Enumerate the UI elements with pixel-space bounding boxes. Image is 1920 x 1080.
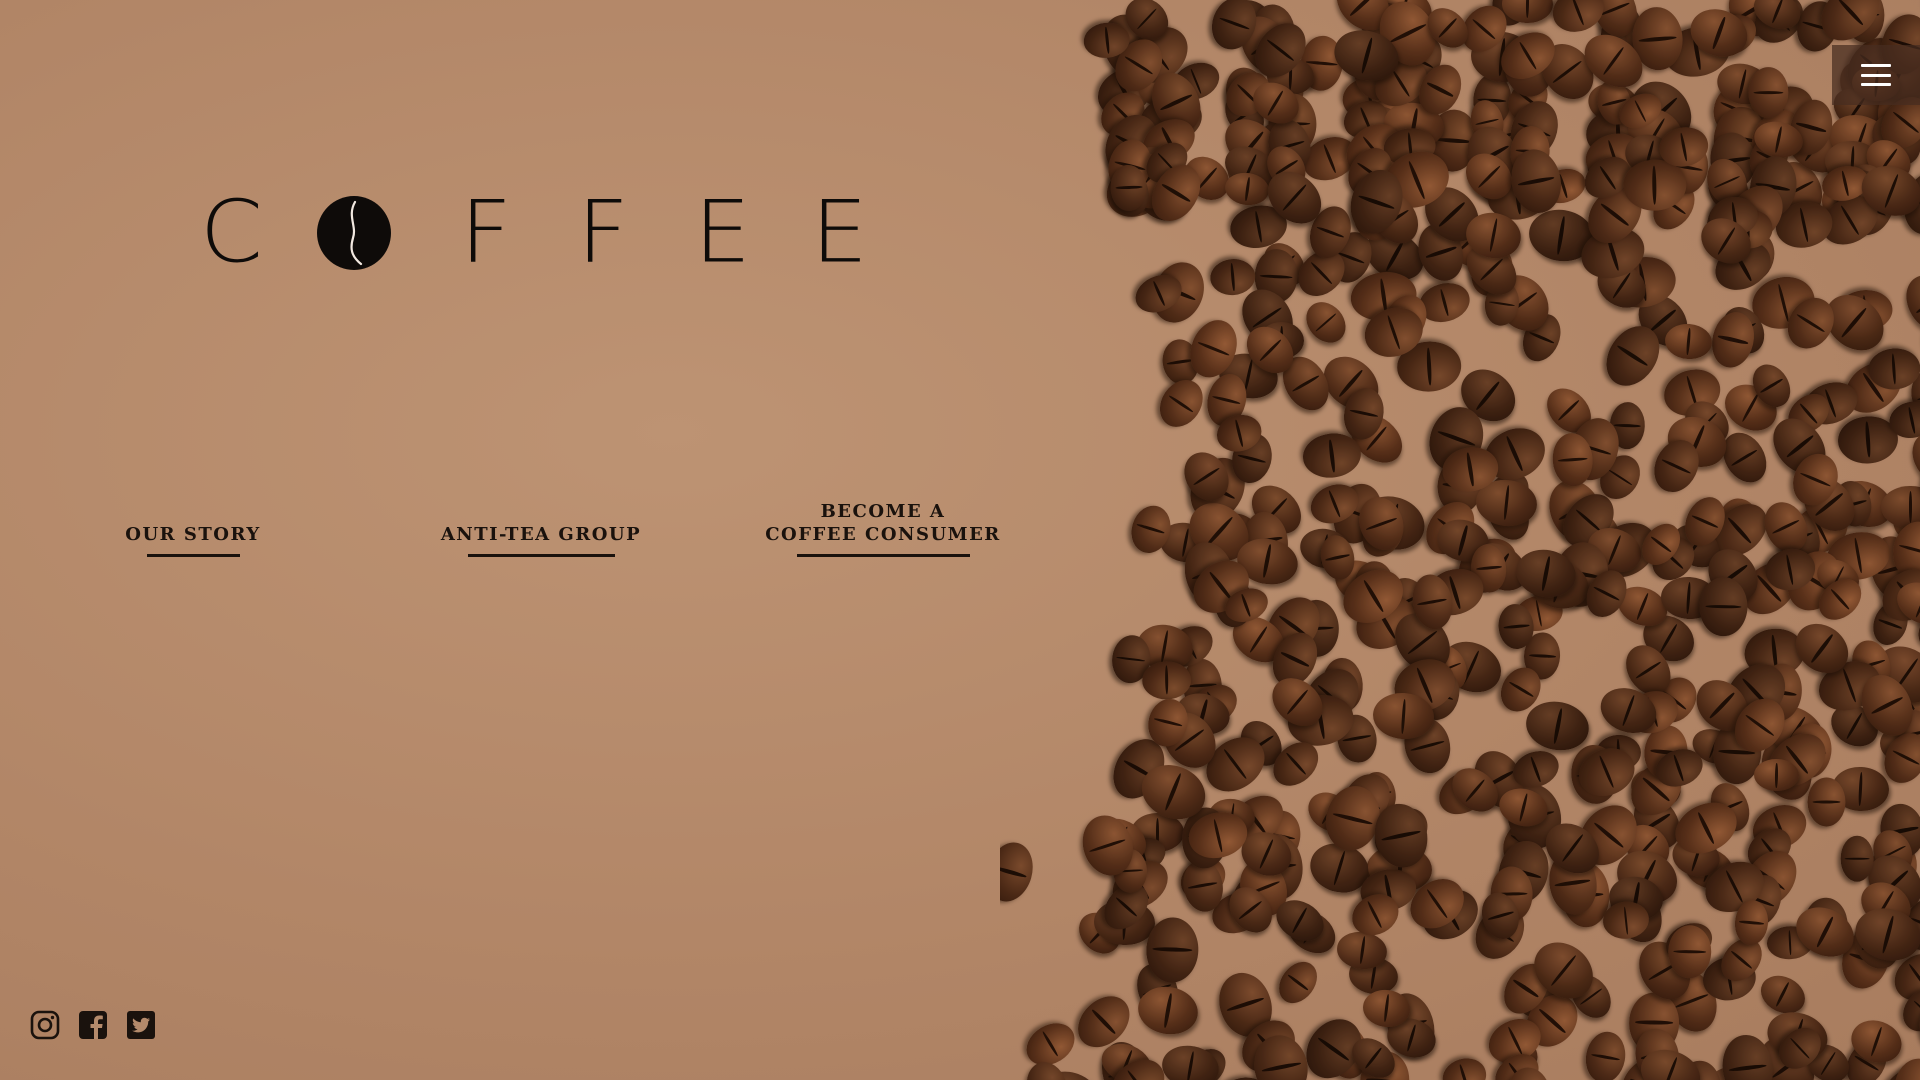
- social-links: [30, 1010, 156, 1040]
- coffee-bean: [1839, 835, 1874, 882]
- logo-letter-c: C: [200, 182, 263, 282]
- twitter-icon[interactable]: [126, 1010, 156, 1040]
- coffee-beans-image: [1000, 0, 1920, 1080]
- coffee-bean: [1271, 954, 1325, 1010]
- coffee-bean: [1667, 924, 1712, 979]
- coffee-bean: [1151, 372, 1212, 436]
- facebook-icon[interactable]: [78, 1010, 108, 1040]
- coffee-bean: [1438, 1053, 1491, 1080]
- coffee-bean: [1298, 294, 1354, 351]
- coffee-bean: [1663, 321, 1714, 361]
- coffee-bean: [1699, 576, 1749, 637]
- logo-letter-f2: F: [577, 182, 629, 282]
- nav-become-coffee-consumer[interactable]: BECOME A COFFEE CONSUMER: [763, 500, 1003, 557]
- nav-our-story-label: OUR STORY: [125, 524, 261, 545]
- coffee-bean: [1748, 67, 1789, 119]
- instagram-icon[interactable]: [30, 1010, 60, 1040]
- nav-become-coffee-consumer-underline: [796, 554, 970, 557]
- nav-anti-tea-group-label: ANTI-TEA GROUP: [440, 524, 642, 545]
- coffee-bean: [1145, 916, 1200, 983]
- menu-button[interactable]: [1832, 45, 1920, 105]
- coffee-bean: [1110, 164, 1148, 211]
- nav-our-story[interactable]: OUR STORY: [120, 523, 266, 557]
- logo-letter-f1: F: [460, 182, 512, 282]
- main-nav: OUR STORY ANTI-TEA GROUP BECOME A COFFEE…: [0, 500, 1040, 560]
- nav-become-coffee-consumer-label: BECOME A COFFEE CONSUMER: [765, 501, 1001, 545]
- coffee-bean: [1000, 837, 1040, 907]
- logo-letter-e1: E: [694, 182, 751, 282]
- hamburger-menu-icon: [1861, 64, 1891, 86]
- coffee-bean: [1522, 696, 1594, 756]
- coffee-bean: [1159, 1040, 1223, 1080]
- nav-anti-tea-group-underline: [467, 554, 615, 557]
- site-logo: C F F E E: [200, 182, 928, 282]
- coffee-bean: [1000, 944, 1006, 1020]
- coffee-bean: [1891, 1057, 1920, 1080]
- logo-letter-e2: E: [811, 182, 868, 282]
- coffee-bean: [1208, 257, 1257, 298]
- coffee-bean: [1807, 777, 1846, 827]
- coffee-bean: [1582, 1028, 1630, 1080]
- coffee-bean-icon: [317, 195, 391, 270]
- coffee-bean: [1141, 660, 1192, 700]
- nav-our-story-underline: [146, 554, 240, 557]
- coffee-bean: [1896, 265, 1920, 342]
- nav-anti-tea-group[interactable]: ANTI-TEA GROUP: [438, 523, 644, 557]
